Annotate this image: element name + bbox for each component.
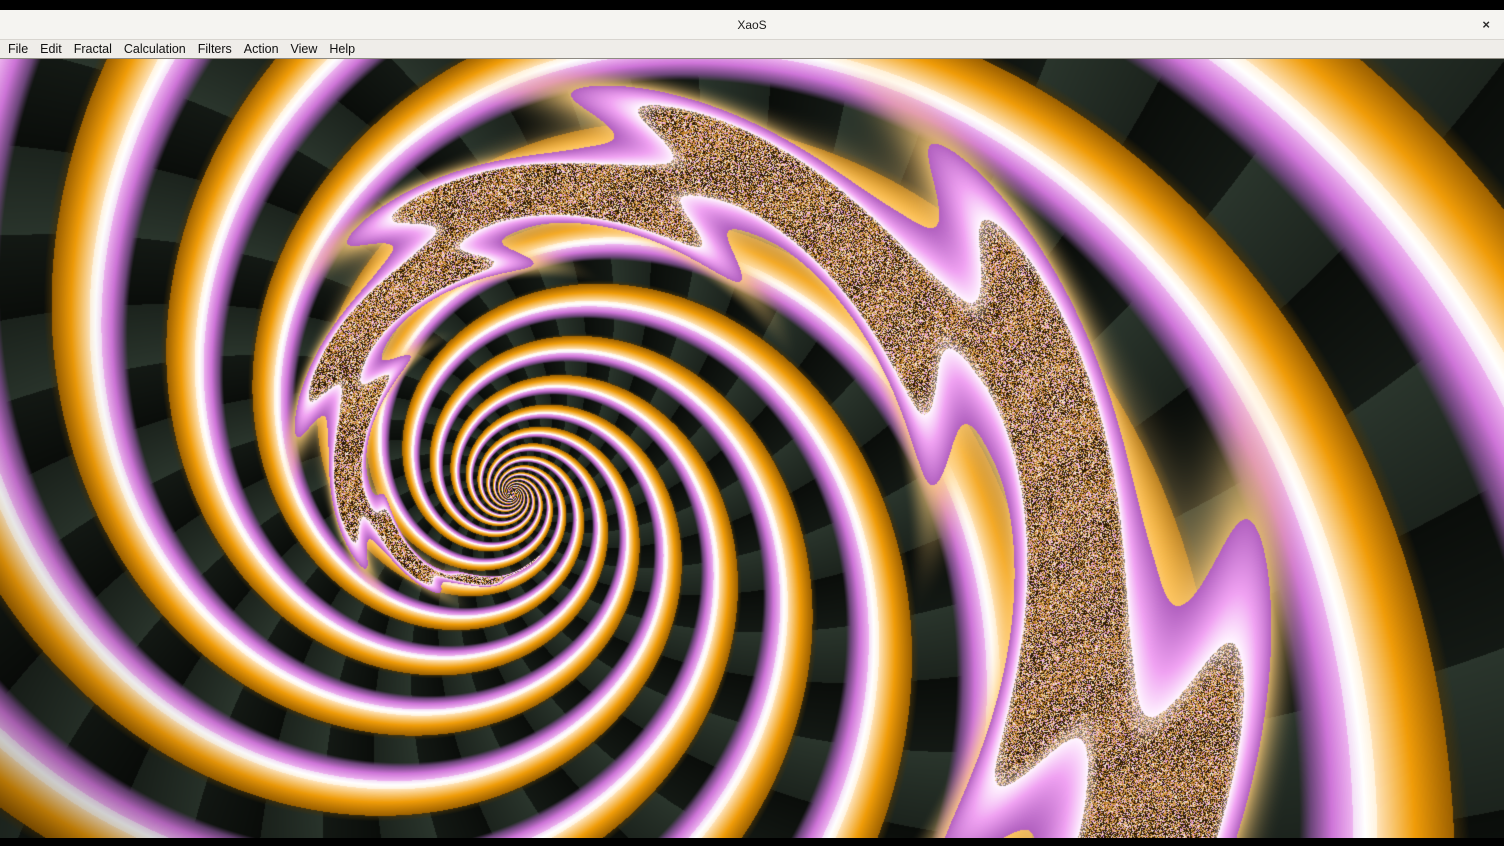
- window-titlebar: XaoS ×: [0, 10, 1504, 40]
- close-button[interactable]: ×: [1478, 10, 1494, 39]
- window-title: XaoS: [737, 18, 766, 32]
- menu-item-edit[interactable]: Edit: [40, 40, 71, 58]
- menu-bar: File Edit Fractal Calculation Filters Ac…: [0, 40, 1504, 59]
- menu-item-fractal[interactable]: Fractal: [74, 40, 121, 58]
- menu-item-help[interactable]: Help: [329, 40, 364, 58]
- menu-item-action[interactable]: Action: [244, 40, 288, 58]
- bottom-letterbox: [0, 838, 1504, 846]
- top-letterbox: [0, 0, 1504, 10]
- menu-item-filters[interactable]: Filters: [198, 40, 241, 58]
- fractal-canvas[interactable]: [0, 59, 1504, 838]
- menu-item-calculation[interactable]: Calculation: [124, 40, 195, 58]
- fractal-viewport: [0, 59, 1504, 838]
- menu-item-view[interactable]: View: [291, 40, 327, 58]
- menu-item-file[interactable]: File: [8, 40, 37, 58]
